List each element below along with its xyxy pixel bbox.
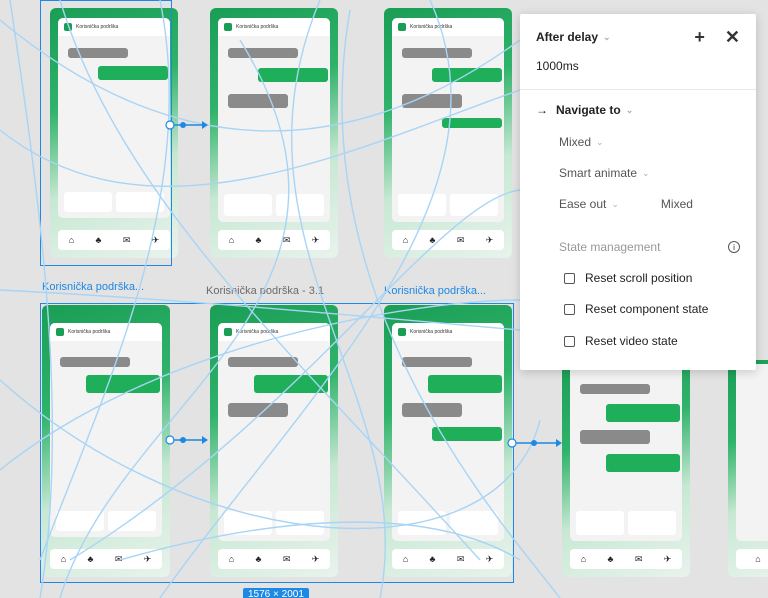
duration-input[interactable]: Mixed <box>661 197 693 211</box>
chevron-down-icon[interactable]: ⌄ <box>596 137 604 148</box>
chevron-down-icon[interactable]: ⌄ <box>642 168 650 179</box>
checkbox[interactable] <box>564 335 575 347</box>
option-label: Reset scroll position <box>585 271 693 285</box>
checkbox[interactable] <box>564 272 575 284</box>
option-label: Reset video state <box>585 334 678 348</box>
delay-input[interactable]: 1000ms <box>536 59 579 73</box>
chevron-down-icon[interactable]: ⌄ <box>603 32 611 43</box>
info-icon[interactable]: i <box>728 241 740 253</box>
interaction-panel: After delay ⌄ + ✕ 1000ms → Navigate to ⌄… <box>520 14 756 370</box>
add-icon[interactable]: + <box>694 28 705 46</box>
prototype-canvas[interactable]: Korisnička podrška ⌂ ♣ ✉ ✈ Korisnička podrš… <box>0 0 768 598</box>
arrow-right-icon: → <box>536 103 548 117</box>
destination-select[interactable]: Mixed <box>559 135 591 149</box>
trigger-select[interactable]: After delay <box>536 30 598 44</box>
action-select[interactable]: Navigate to <box>556 103 621 117</box>
option-reset-component[interactable]: Reset component state <box>536 302 740 316</box>
option-label: Reset component state <box>585 302 709 316</box>
checkbox[interactable] <box>564 303 575 315</box>
option-reset-video[interactable]: Reset video state <box>536 334 740 348</box>
chevron-down-icon[interactable]: ⌄ <box>611 199 619 210</box>
chevron-down-icon[interactable]: ⌄ <box>626 105 634 116</box>
close-icon[interactable]: ✕ <box>725 28 740 46</box>
animation-select[interactable]: Smart animate <box>559 166 637 180</box>
divider <box>520 89 756 90</box>
easing-select[interactable]: Ease out <box>559 197 606 211</box>
option-reset-scroll[interactable]: Reset scroll position <box>536 271 740 285</box>
state-management-title: State management <box>559 240 661 254</box>
